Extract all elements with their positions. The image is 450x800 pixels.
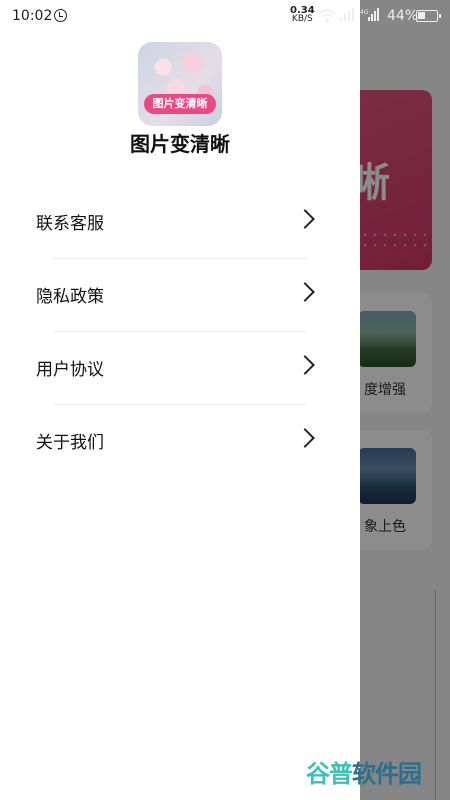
menu-item-label: 联系客服 [36, 214, 104, 234]
app-logo-badge: 图片变清晰 [144, 94, 216, 114]
watermark-logo: 谷普软件园 [306, 750, 442, 790]
menu-item-label: 关于我们 [36, 433, 104, 453]
chevron-right-icon [295, 428, 315, 448]
app-name: 图片变清晰 [130, 132, 230, 156]
watermark-text-right: 软件园 [352, 760, 422, 788]
app-logo: 图片变清晰 [138, 42, 222, 126]
watermark-text: 谷普软件园 [306, 754, 422, 789]
signal-icon [340, 8, 354, 21]
status-bar: 10:02 0.34 KB/S 4G 44% [0, 0, 450, 32]
menu-item-contact-support[interactable]: 联系客服 [0, 185, 360, 258]
menu-item-privacy-policy[interactable]: 隐私政策 [0, 258, 360, 331]
menu-item-user-agreement[interactable]: 用户协议 [0, 331, 360, 404]
menu-item-about-us[interactable]: 关于我们 [0, 404, 360, 477]
menu-item-label: 用户协议 [36, 360, 104, 380]
menu-item-label: 隐私政策 [36, 287, 104, 307]
signal-4g-icon: 4G [360, 8, 379, 21]
chevron-right-icon [295, 209, 315, 229]
chevron-right-icon [295, 282, 315, 302]
network-speed-unit: KB/S [291, 14, 313, 24]
status-time: 10:02 [12, 8, 53, 24]
alarm-icon [54, 9, 67, 22]
battery-percentage: 44% [387, 8, 419, 24]
chevron-right-icon [295, 355, 315, 375]
network-speed: 0.34 KB/S [290, 6, 315, 24]
watermark-text-left: 谷普 [306, 760, 353, 788]
navigation-drawer: 图片变清晰 图片变清晰 联系客服 隐私政策 用户协议 关于我们 [0, 0, 360, 800]
wifi-icon [318, 9, 336, 23]
battery-icon [416, 10, 441, 22]
network-type: 4G [360, 9, 369, 16]
